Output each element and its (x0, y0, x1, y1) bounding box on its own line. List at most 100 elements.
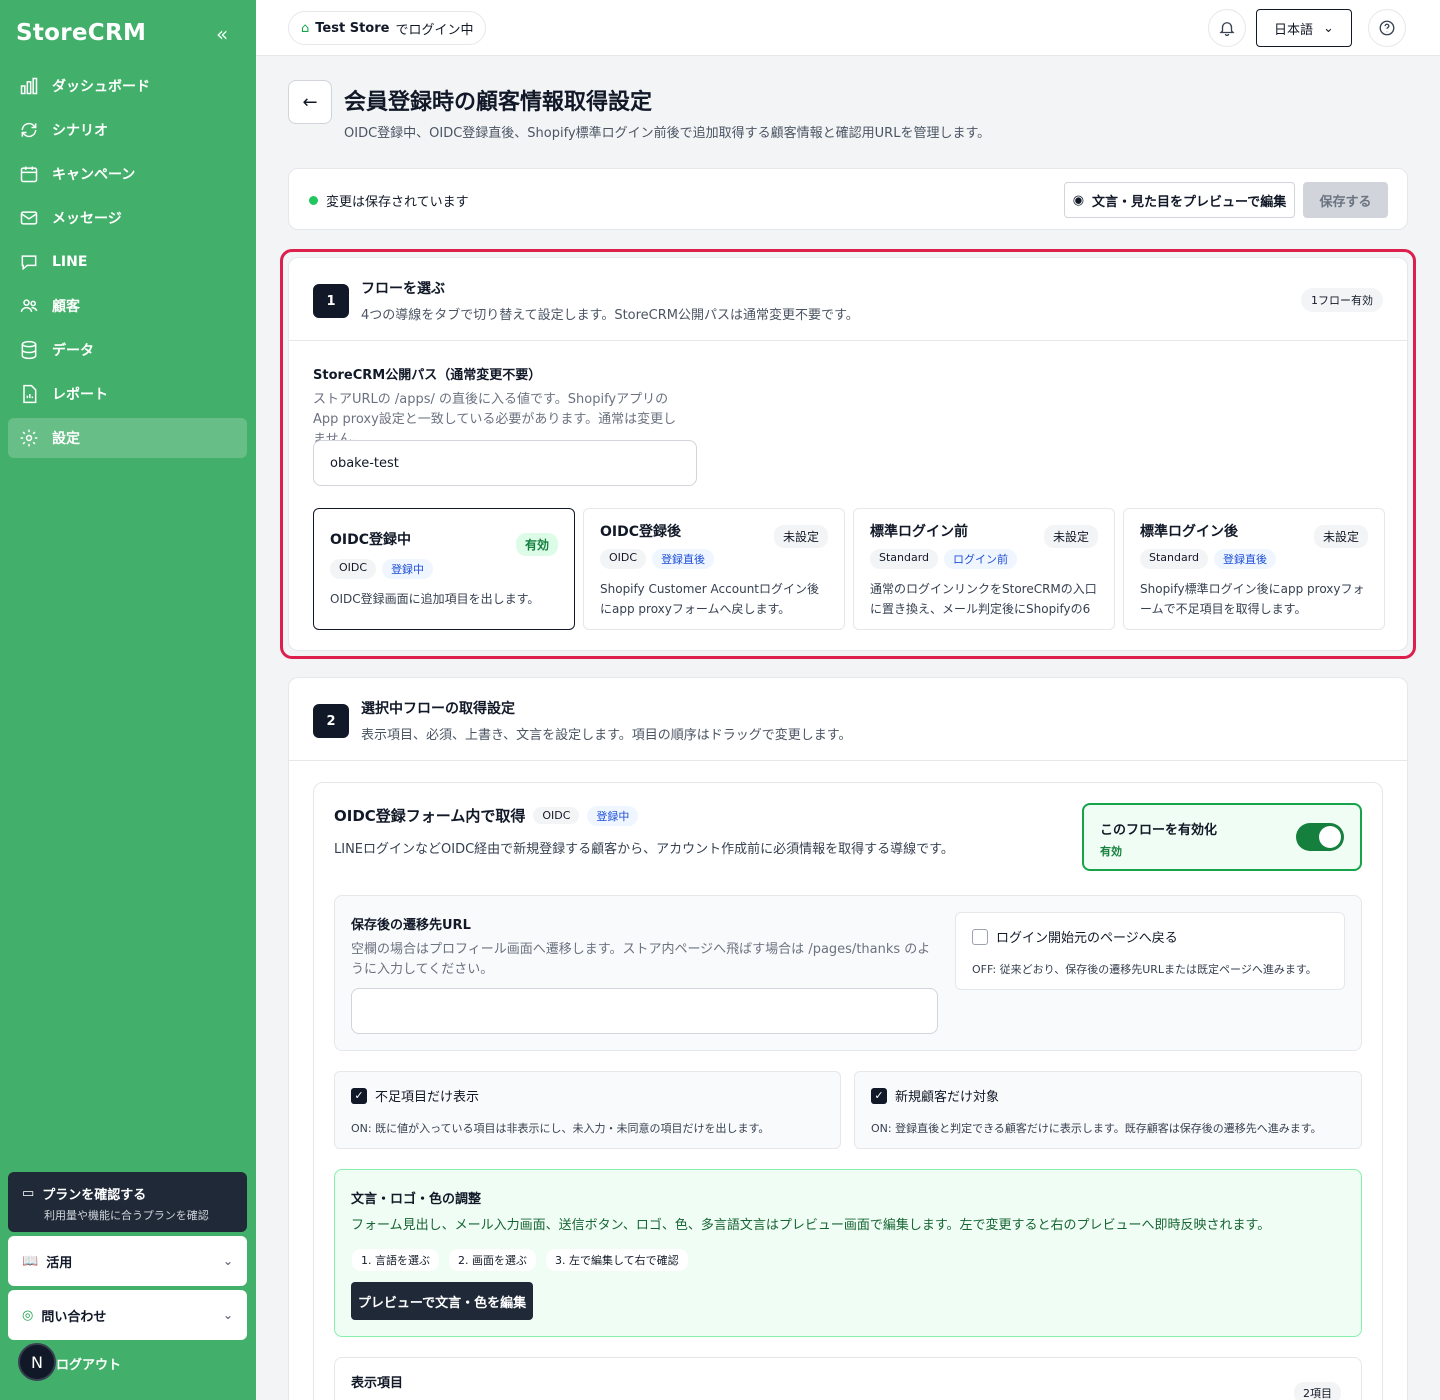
flow-title: OIDC登録フォーム内で取得 (334, 807, 526, 825)
store-name: Test Store (315, 20, 390, 36)
sidebar: StoreCRM « ダッシュボード シナリオ キャンペーン メッセージ LIN… (0, 0, 256, 1400)
tag: OIDC (533, 807, 580, 824)
sidebar-item-label: メッセージ (52, 211, 122, 227)
redirect-url-input[interactable] (351, 988, 938, 1034)
preview-design-button[interactable]: プレビューで文言・色を編集 (351, 1282, 533, 1320)
step-subtitle: 表示項目、必須、上書き、文言を設定します。項目の順序はドラッグで変更します。 (361, 728, 852, 743)
gear-icon (18, 427, 40, 449)
refresh-icon (18, 119, 40, 141)
design-step: 2. 画面を選ぶ (448, 1248, 537, 1272)
sidebar-item-line[interactable]: LINE (8, 242, 247, 282)
fields-title: 表示項目 (351, 1376, 404, 1391)
sidebar-item-label: 顧客 (52, 299, 80, 315)
bell-icon (1219, 22, 1235, 37)
new-only-help: ON: 登録直後と判定できる顧客だけに表示します。既存顧客は保存後の遷移先へ進み… (871, 1122, 1322, 1135)
store-pill[interactable]: ⌂ Test Store でログイン中 (288, 11, 487, 45)
language-value: 日本語 (1274, 22, 1314, 38)
sidebar-item-label: レポート (52, 387, 108, 403)
sidebar-item-campaign[interactable]: キャンペーン (8, 154, 247, 194)
chat-icon (18, 251, 40, 273)
step-number: 2 (313, 704, 349, 738)
contact-label: 問い合わせ (41, 1309, 107, 1325)
collapse-sidebar-icon[interactable]: « (216, 22, 228, 46)
support-icon: ◎ (22, 1307, 34, 1323)
page-subtitle: OIDC登録中、OIDC登録直後、Shopify標準ログイン前後で追加取得する顧… (344, 126, 991, 141)
database-icon (18, 339, 40, 361)
highlight-frame (280, 249, 1416, 659)
chevron-down-icon: ⌄ (1323, 20, 1334, 36)
preview-edit-button[interactable]: ◉ 文言・見た目をプレビューで編集 (1064, 182, 1295, 218)
return-origin-option[interactable]: ログイン開始元のページへ戻る OFF: 従来どおり、保存後の遷移先URLまたは既… (955, 912, 1345, 990)
users-icon (18, 295, 40, 317)
sidebar-item-customers[interactable]: 顧客 (8, 286, 247, 326)
design-step: 3. 左で編集して右で確認 (545, 1248, 689, 1272)
book-icon: 📖 (22, 1253, 39, 1269)
new-only-label: 新規顧客だけ対象 (895, 1090, 1000, 1105)
missing-only-checkbox[interactable]: ✓ (351, 1087, 367, 1104)
fields-count: 2項目 (1294, 1382, 1341, 1400)
status-dot (309, 196, 318, 205)
usage-accordion[interactable]: 📖 活用 ⌄ (8, 1236, 247, 1286)
design-panel: 文言・ロゴ・色の調整 フォーム見出し、メール入力画面、送信ボタン、ロゴ、色、多言… (334, 1169, 1362, 1337)
enable-flow-toggle[interactable]: このフローを有効化 有効 (1082, 803, 1362, 871)
flow-desc: LINEログインなどOIDC経由で新規登録する顧客から、アカウント作成前に必須情… (334, 842, 954, 857)
language-select[interactable]: 日本語 ⌄ (1256, 9, 1352, 47)
plan-card[interactable]: ▭ プランを確認する 利用量や機能に合うプランを確認 (8, 1172, 247, 1232)
sidebar-item-data[interactable]: データ (8, 330, 247, 370)
new-only-checkbox[interactable]: ✓ (871, 1087, 887, 1104)
redirect-help: 空欄の場合はプロフィール画面へ遷移します。ストア内ページへ飛ばす場合は /pag… (351, 942, 931, 977)
avatar[interactable]: N (18, 1343, 56, 1381)
save-bar: 変更は保存されています ◉ 文言・見た目をプレビューで編集 保存する (288, 168, 1408, 230)
enable-status: 有効 (1100, 845, 1122, 858)
return-origin-checkbox[interactable] (972, 928, 988, 945)
sidebar-item-reports[interactable]: レポート (8, 374, 247, 414)
return-origin-label: ログイン開始元のページへ戻る (996, 931, 1178, 946)
arrow-left-icon: ← (302, 91, 318, 113)
sidebar-item-label: シナリオ (52, 123, 108, 139)
topbar: ⌂ Test Store でログイン中 日本語 ⌄ (256, 0, 1440, 56)
sidebar-item-scenario[interactable]: シナリオ (8, 110, 247, 150)
missing-only-help: ON: 既に値が入っている項目は非表示にし、未入力・未同意の項目だけを出します。 (351, 1122, 770, 1135)
toggle-switch[interactable] (1296, 823, 1344, 851)
eye-icon: ◉ (1072, 192, 1085, 208)
help-icon (1379, 20, 1395, 36)
help-button[interactable] (1368, 9, 1406, 47)
save-status: 変更は保存されています (326, 195, 469, 210)
plan-title: プランを確認する (42, 1188, 147, 1203)
notification-button[interactable] (1208, 9, 1246, 47)
new-only-option[interactable]: ✓ 新規顧客だけ対象 ON: 登録直後と判定できる顧客だけに表示します。既存顧客は… (854, 1071, 1362, 1149)
sidebar-item-message[interactable]: メッセージ (8, 198, 247, 238)
usage-label: 活用 (46, 1255, 73, 1271)
chevron-down-icon: ⌄ (222, 1254, 233, 1268)
sidebar-item-label: ダッシュボード (52, 79, 150, 95)
flow-settings-section: OIDC登録フォーム内で取得 OIDC 登録中 LINEログインなどOIDC経由… (313, 782, 1383, 1400)
sidebar-item-label: LINE (52, 254, 88, 270)
sidebar-item-settings[interactable]: 設定 (8, 418, 247, 458)
missing-only-label: 不足項目だけ表示 (375, 1090, 480, 1105)
mail-icon (18, 207, 40, 229)
toggle-knob (1319, 826, 1341, 848)
home-icon: ⌂ (301, 20, 310, 36)
back-button[interactable]: ← (288, 80, 332, 124)
redirect-panel: 保存後の遷移先URL 空欄の場合はプロフィール画面へ遷移します。ストア内ページへ… (334, 895, 1362, 1051)
step-title: 選択中フローの取得設定 (361, 701, 515, 717)
return-origin-help: OFF: 従来どおり、保存後の遷移先URLまたは既定ページへ進みます。 (972, 963, 1317, 976)
step2-card: 2 選択中フローの取得設定 表示項目、必須、上書き、文言を設定します。項目の順序… (288, 677, 1408, 1400)
sidebar-item-label: データ (52, 343, 94, 359)
missing-only-option[interactable]: ✓ 不足項目だけ表示 ON: 既に値が入っている項目は非表示にし、未入力・未同意の… (334, 1071, 841, 1149)
save-button[interactable]: 保存する (1303, 182, 1388, 218)
sidebar-item-dashboard[interactable]: ダッシュボード (8, 66, 247, 106)
store-suffix: でログイン中 (395, 22, 474, 38)
logout-link[interactable]: ログアウト (56, 1354, 121, 1373)
file-chart-icon (18, 383, 40, 405)
calendar-icon (18, 163, 40, 185)
plan-subtitle: 利用量や機能に合うプランを確認 (44, 1209, 209, 1222)
sidebar-item-label: キャンペーン (52, 167, 136, 183)
redirect-label: 保存後の遷移先URL (351, 918, 471, 933)
tag: 登録中 (587, 805, 639, 826)
page-title: 会員登録時の顧客情報取得設定 (344, 90, 653, 115)
contact-accordion[interactable]: ◎ 問い合わせ ⌄ (8, 1290, 247, 1340)
card-icon: ▭ (22, 1186, 35, 1201)
app-logo[interactable]: StoreCRM (16, 20, 146, 46)
divider (289, 760, 1407, 761)
